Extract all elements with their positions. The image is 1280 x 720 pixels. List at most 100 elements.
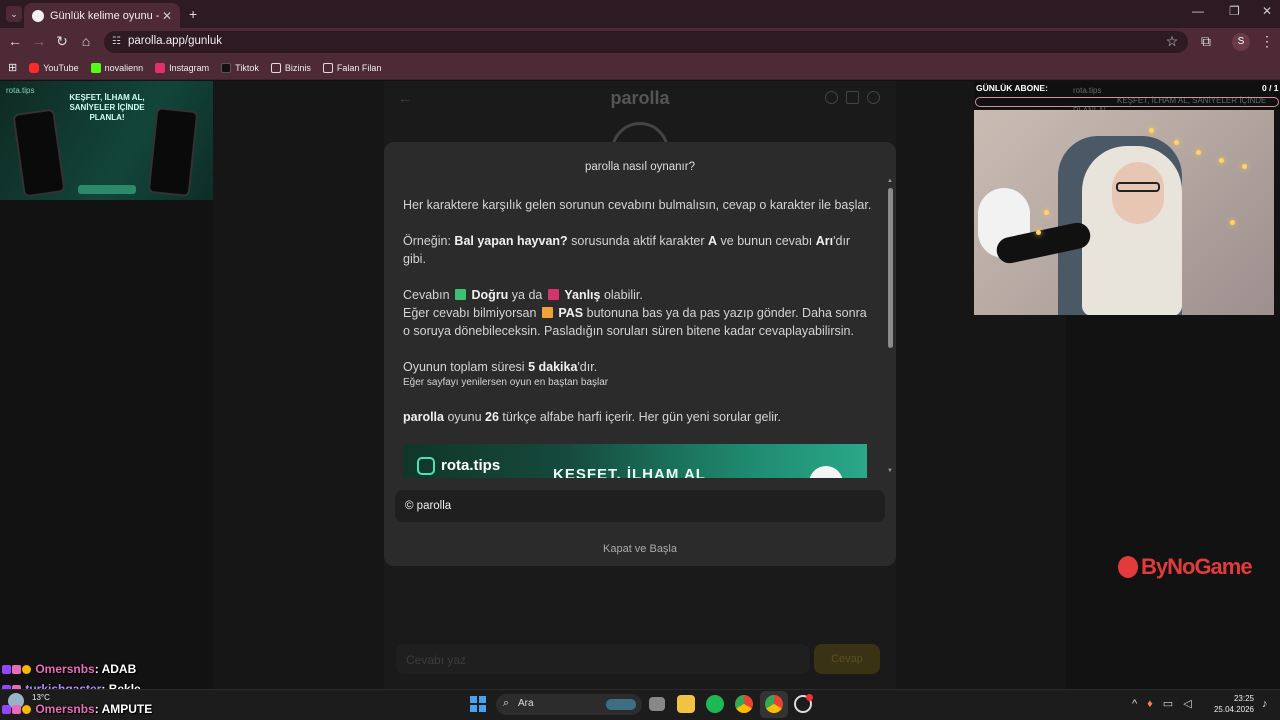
banner-circle-icon — [809, 466, 843, 478]
bynogame-logo-icon — [1118, 556, 1138, 578]
forward-arrow-icon[interactable]: → — [30, 33, 48, 49]
volume-icon[interactable]: ◁ — [1183, 698, 1201, 710]
bookmarks-bar: ⊞ YouTube novalienn Instagram Tiktok Biz… — [0, 56, 1280, 80]
scroll-down-arrow-icon[interactable]: ▼ — [887, 468, 893, 474]
windows-start-icon[interactable] — [470, 696, 486, 712]
file-explorer-icon[interactable] — [677, 695, 695, 713]
modal-scrollbar[interactable]: ▲ ▼ — [887, 178, 895, 478]
copyright-bar: © parolla — [395, 490, 885, 522]
task-view-icon[interactable] — [649, 697, 665, 711]
close-window-button[interactable]: ✕ — [1262, 4, 1272, 18]
microphone-icon[interactable]: ♦ — [1147, 698, 1163, 710]
bookmark-label: Bizinis — [284, 62, 311, 73]
home-icon[interactable]: ⌂ — [77, 33, 95, 49]
fairy-light-icon — [1196, 150, 1201, 155]
scrollbar-thumb[interactable] — [888, 188, 893, 348]
bookmark-instagram[interactable]: Instagram — [155, 62, 210, 73]
bookmark-label: Falan Filan — [336, 62, 382, 73]
apps-grid-icon[interactable]: ⊞ — [8, 61, 17, 74]
chat-text: : ADAB — [94, 662, 137, 676]
parolla-favicon-icon — [32, 9, 44, 22]
system-tray[interactable]: ^♦▭◁ — [1132, 697, 1202, 710]
answer-input[interactable]: Cevabı yaz — [396, 644, 810, 674]
active-tab[interactable]: Günlük kelime oyunu - parolla ✕ — [24, 3, 180, 28]
close-tab-icon[interactable]: ✕ — [162, 9, 172, 23]
clock-date: 25.04.2026 — [1213, 705, 1254, 714]
refresh-note: Eğer sayfayı yenilersen oyun en baştan b… — [403, 377, 609, 388]
bookmark-folder-bizinis[interactable]: Bizinis — [270, 62, 311, 73]
user-icon[interactable] — [867, 91, 880, 104]
rota-tips-banner[interactable]: rota.tips KEŞFET, İLHAM AL — [403, 444, 867, 478]
chevron-up-icon[interactable]: ^ — [1132, 698, 1147, 710]
phone-mockup-image — [147, 107, 199, 197]
info-icon[interactable] — [825, 91, 838, 104]
ad-cta-button[interactable] — [78, 185, 136, 194]
bookmark-label: Instagram — [169, 62, 210, 73]
letters-text: parolla oyunu 26 türkçe alfabe harfi içe… — [403, 410, 781, 424]
search-icon: ⌕ — [503, 697, 510, 709]
bookmark-folder-falan-filan[interactable]: Falan Filan — [322, 62, 382, 73]
sub-badge-icon — [2, 705, 11, 714]
menu-dots-icon[interactable]: ⋮ — [1258, 33, 1276, 50]
sub-goal-progress-bar — [975, 97, 1279, 107]
modal-body[interactable]: Her karaktere karşılık gelen sorunun cev… — [403, 196, 873, 478]
chrome-profile-icon[interactable] — [765, 695, 783, 713]
scroll-up-arrow-icon[interactable]: ▲ — [887, 178, 893, 184]
banner-logo: rota.tips — [441, 457, 501, 474]
gift-badge-icon — [12, 665, 21, 674]
level-badge-icon — [22, 665, 31, 674]
bookmark-label: YouTube — [43, 62, 79, 73]
address-bar[interactable]: ☷ parolla.app/gunluk — [104, 31, 1188, 53]
notification-dot-icon — [806, 694, 813, 701]
ad-brand: rota.tips — [6, 86, 35, 95]
correct-square-icon — [455, 289, 467, 300]
taskbar-clock[interactable]: 23:25 25.04.2026 — [1210, 693, 1254, 715]
fairy-light-icon — [1036, 230, 1041, 235]
sponsor-logo: ByNoGame — [1118, 554, 1253, 580]
site-info-icon[interactable]: ☷ — [112, 36, 121, 47]
bookmark-tiktok[interactable]: Tiktok — [221, 62, 259, 73]
kick-icon — [90, 62, 101, 73]
restore-window-button[interactable]: ❐ — [1229, 4, 1240, 18]
bookmark-youtube[interactable]: YouTube — [29, 62, 79, 73]
close-and-start-button[interactable]: Kapat ve Başla — [384, 543, 896, 555]
bookmark-novalienn[interactable]: novalienn — [90, 62, 144, 73]
notification-bell-icon[interactable]: ♪ — [1262, 698, 1268, 710]
spotify-icon[interactable] — [706, 695, 724, 713]
time-text: Oyunun toplam süresi 5 dakika'dır. Eğer s… — [403, 358, 873, 390]
fairy-light-icon — [1174, 140, 1179, 145]
stats-icon[interactable] — [846, 91, 859, 104]
fairy-light-icon — [1242, 164, 1247, 169]
tab-title: Günlük kelime oyunu - parolla — [50, 9, 162, 22]
minimize-window-button[interactable]: — — [1192, 4, 1204, 18]
answer-states-text: Cevabın Doğru ya da Yanlış olabilir. Eğer… — [403, 288, 867, 338]
taskbar-search[interactable]: ⌕ Ara — [496, 694, 642, 715]
chrome-icon[interactable] — [735, 695, 753, 713]
chat-message: Omersnbs: AMPUTE — [2, 702, 152, 716]
extensions-icon[interactable]: ⧉ — [1197, 33, 1215, 50]
chat-username: Omersnbs — [35, 702, 95, 716]
game-title: parolla — [610, 88, 670, 108]
new-tab-button[interactable]: + — [189, 6, 197, 22]
rota-tips-logo-icon — [417, 457, 435, 475]
bookmark-star-icon[interactable]: ☆ — [1163, 33, 1181, 50]
folder-icon — [322, 62, 333, 73]
bookmark-label: novalienn — [104, 62, 144, 73]
sub-goal-label: GÜNLÜK ABONE: — [976, 83, 1048, 93]
sub-goal-count: 0 / 1 — [1262, 83, 1279, 93]
chat-message: Omersnbs: ADAB — [2, 662, 136, 676]
gift-badge-icon — [12, 705, 21, 714]
network-icon[interactable]: ▭ — [1163, 698, 1183, 710]
ad-banner-left[interactable]: rota.tips KEŞFET, İLHAM AL, SANİYELER İÇ… — [0, 81, 213, 200]
answer-submit-button[interactable]: Cevap — [814, 644, 880, 674]
fairy-light-icon — [1219, 158, 1224, 163]
profile-avatar[interactable]: S — [1232, 33, 1250, 51]
tab-search-button[interactable]: ⌄ — [6, 6, 22, 22]
sub-badge-icon — [2, 665, 11, 674]
weather-temp[interactable]: 13°C — [32, 693, 50, 702]
back-arrow-icon[interactable]: ← — [6, 33, 24, 49]
intro-text: Her karaktere karşılık gelen sorunun cev… — [403, 198, 872, 212]
fairy-light-icon — [1149, 128, 1154, 133]
level-badge-icon — [22, 705, 31, 714]
reload-icon[interactable]: ↻ — [53, 33, 71, 50]
